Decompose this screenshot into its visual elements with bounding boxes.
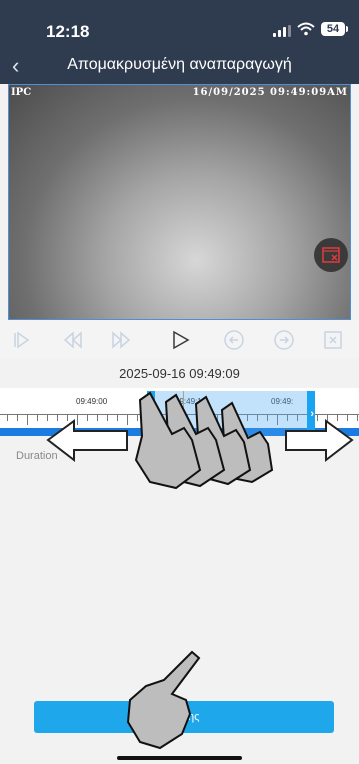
timeline-tick (107, 415, 108, 421)
clip-range-selector[interactable]: ‹ › (147, 391, 315, 438)
timeline-tick (67, 415, 68, 421)
timeline-tick (317, 415, 318, 421)
snapshot-icon[interactable] (322, 329, 344, 351)
timeline-tick (137, 415, 138, 421)
video-timestamp: 16/09/2025 09:49:09AM (192, 87, 348, 98)
timeline-tick (117, 415, 118, 421)
playback-controls (0, 320, 359, 358)
next-circle-icon[interactable] (273, 329, 295, 351)
timeline-tick (97, 415, 98, 421)
duration-label: Duration (16, 450, 58, 462)
record-off-icon (322, 247, 340, 263)
timeline-tick (77, 415, 78, 425)
battery-icon: 54 (321, 22, 348, 36)
status-bar: 12:18 54 (0, 0, 359, 48)
fast-forward-icon[interactable] (110, 329, 132, 351)
timeline-tick (37, 415, 38, 421)
download-button[interactable]: λήψης (34, 701, 334, 733)
timeline-tick (57, 415, 58, 421)
back-button[interactable]: ‹ (12, 53, 34, 79)
previous-circle-icon[interactable] (223, 329, 245, 351)
clip-start-handle[interactable]: ‹ (148, 408, 152, 420)
status-time: 12:18 (46, 22, 90, 41)
clip-end-handle[interactable]: › (310, 408, 314, 420)
navigation-bar: ‹ Απομακρυσμένη αναπαραγωγή (0, 48, 359, 84)
timeline-tick (27, 415, 28, 425)
timeline-tick (347, 415, 348, 421)
play-button[interactable] (169, 329, 191, 351)
timeline-tick (17, 415, 18, 421)
skip-to-start-icon[interactable] (10, 329, 32, 351)
channel-label: IPC (11, 87, 32, 98)
timeline-tick (47, 415, 48, 421)
video-player[interactable]: IPC 16/09/2025 09:49:09AM (8, 84, 351, 320)
timeline-tick (7, 415, 8, 421)
timeline[interactable]: 09:49:00 09:49:10 09:49: ‹ › (0, 388, 359, 438)
timeline-tick (127, 415, 128, 425)
timeline-tick (357, 415, 358, 421)
rewind-icon[interactable] (62, 329, 84, 351)
timeline-tick (87, 415, 88, 421)
page-title: Απομακρυσμένη αναπαραγωγή (67, 56, 292, 73)
signal-icon (273, 25, 291, 37)
wifi-icon (297, 22, 315, 36)
home-indicator (117, 756, 242, 760)
timeline-label: 09:49:00 (76, 397, 108, 406)
record-off-button[interactable] (314, 238, 348, 272)
timeline-tick (327, 415, 328, 425)
playback-datetime: 2025-09-16 09:49:09 (119, 366, 240, 381)
timeline-tick (337, 415, 338, 421)
